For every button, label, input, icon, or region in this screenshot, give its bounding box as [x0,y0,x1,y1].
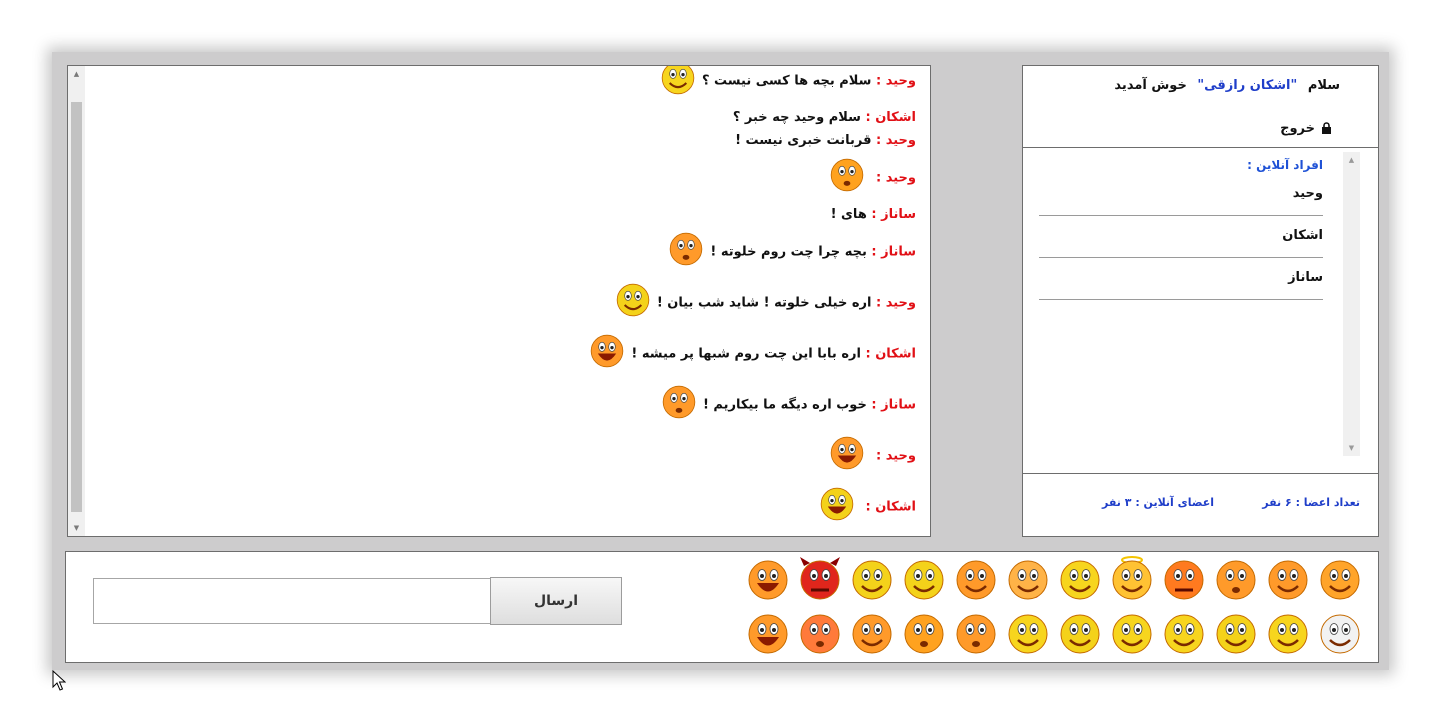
scroll-thumb[interactable] [71,102,82,512]
scroll-up-icon[interactable]: ▲ [1343,152,1360,168]
message-text: های ! [830,207,867,222]
composer-panel: ارسال [65,551,1379,663]
send-button[interactable]: ارسال [490,577,622,625]
message-text: خوب اره دیگه ما بیکاریم ! [702,397,867,413]
yellow-wave-emoji-icon [658,66,698,104]
scared-emoji-icon[interactable] [796,610,844,658]
message-text: بچه چرا چت روم خلوته ! [710,244,867,260]
chat-message: ساناز : های ! [90,206,930,224]
chat-message: ساناز : خوب اره دیگه ما بیکاریم ! [90,382,930,428]
message-text: قربانت خبری نیست ! [735,133,872,148]
i-love-you-emoji-icon[interactable] [1004,556,1052,604]
chat-message: وحید : قربانت خبری نیست ! [90,132,930,150]
hug-emoji-icon[interactable] [1004,610,1052,658]
laughing-thinking-emoji-icon [817,484,857,530]
online-user-item[interactable]: اشکان [1039,216,1323,258]
emoji-picker [722,552,1372,664]
message-sender: وحید : [876,295,916,311]
trumpet-emoji-icon[interactable] [900,556,948,604]
drummer-emoji-icon[interactable] [1264,610,1312,658]
violin-emoji-icon[interactable] [1316,610,1364,658]
laughing-books-emoji-icon [827,433,867,479]
message-list: وحید : سلام بچه ها کسی نیست ؟ اشکان : سلا… [90,66,930,535]
chat-message: وحید : [90,433,930,479]
logout-label: خروج [1280,121,1315,136]
message-sender: وحید : [876,448,916,464]
chat-message: وحید : اره خیلی خلوته ! شاید شب بیان ! [90,280,930,326]
mouse-cursor-icon [52,670,66,691]
chat-window: ▲ ▼ وحید : سلام بچه ها کسی نیست ؟ اشکان :… [52,52,1389,670]
greeting-label: سلام [1307,78,1340,93]
message-text: اره خیلی خلوته ! شاید شب بیان ! [656,295,872,311]
chat-panel: ▲ ▼ وحید : سلام بچه ها کسی نیست ؟ اشکان :… [67,65,931,537]
reindeer-emoji-icon[interactable] [1056,556,1104,604]
divider [1023,147,1378,148]
dancing-emoji-icon[interactable] [1160,610,1208,658]
members-count: تعداد اعضا : ۶ نفر [1262,496,1360,509]
chat-scrollbar[interactable]: ▲ ▼ [68,66,85,536]
message-text: سلام وحید چه خبر ؟ [732,110,861,125]
message-sender: ساناز : [871,244,916,260]
message-input[interactable] [93,578,491,624]
message-sender: وحید : [876,73,916,89]
logout-link[interactable]: خروج [1280,121,1332,136]
worried-emoji-icon [659,382,699,428]
surprised-emoji-icon [666,229,706,275]
message-sender: اشکان : [865,346,916,362]
lock-icon [1322,122,1331,134]
user-panel: سلام "اشکان رازقی" خوش آمدید خروج افراد … [1022,65,1379,537]
message-sender: اشکان : [865,110,916,125]
sunglasses-emoji-icon[interactable] [952,556,1000,604]
chat-message: اشکان : اره بابا این چت روم شبها پر میشه… [90,331,930,377]
thinking-emoji-icon [613,280,653,326]
surprised-emoji-icon[interactable] [952,610,1000,658]
online-title: افراد آنلاین : [1247,158,1323,172]
sleepy-emoji-icon[interactable] [848,556,896,604]
divider [1023,473,1378,474]
chat-message: وحید : [90,155,930,201]
welcome-label: خوش آمدید [1114,78,1187,93]
online-list-scrollbar[interactable]: ▲ ▼ [1343,152,1360,456]
books-emoji-icon[interactable] [1108,610,1156,658]
scroll-down-icon[interactable]: ▼ [1343,440,1360,456]
angry-emoji-icon[interactable] [1160,556,1208,604]
thinking-emoji-icon[interactable] [1212,610,1260,658]
message-sender: ساناز : [871,397,916,413]
online-users-list: افراد آنلاین : وحید اشکان ساناز ▲ ▼ [1039,152,1360,456]
username-label: "اشکان رازقی" [1197,78,1298,93]
message-text: سلام بچه ها کسی نیست ؟ [701,73,872,89]
online-count: اعضای آنلاین : ۳ نفر [1102,496,1214,509]
online-user-item[interactable]: وحید [1039,174,1323,216]
welcome-text: سلام "اشکان رازقی" خوش آمدید [1114,78,1340,93]
devil-emoji-icon[interactable] [796,556,844,604]
chat-message: وحید : سلام بچه ها کسی نیست ؟ [90,66,930,104]
message-sender: وحید : [876,170,916,186]
scroll-up-icon[interactable]: ▲ [68,66,85,82]
wide-eyed-emoji-icon[interactable] [1212,556,1260,604]
laughing-emoji-icon [587,331,627,377]
scroll-down-icon[interactable]: ▼ [68,520,85,536]
winking-emoji-icon[interactable] [1264,556,1312,604]
message-sender: وحید : [876,133,916,148]
message-sender: اشکان : [865,499,916,515]
angel-emoji-icon[interactable] [1108,556,1156,604]
big-laugh-emoji-icon[interactable] [744,556,792,604]
cookie-emoji-icon[interactable] [744,610,792,658]
rolling-eyes-emoji-icon [827,155,867,201]
chat-message: اشکان : سلام وحید چه خبر ؟ [90,109,930,127]
chat-message: اشکان : [90,484,930,530]
message-sender: ساناز : [871,207,916,222]
santa-emoji-icon[interactable] [1056,610,1104,658]
heart-kiss-emoji-icon[interactable] [1316,556,1364,604]
online-user-item[interactable]: ساناز [1039,258,1323,300]
door-emoji-icon[interactable] [848,610,896,658]
chat-message: ساناز : بچه چرا چت روم خلوته ! [90,229,930,275]
message-text: اره بابا این چت روم شبها پر میشه ! [631,346,861,362]
rolling-eyes-emoji-icon[interactable] [900,610,948,658]
